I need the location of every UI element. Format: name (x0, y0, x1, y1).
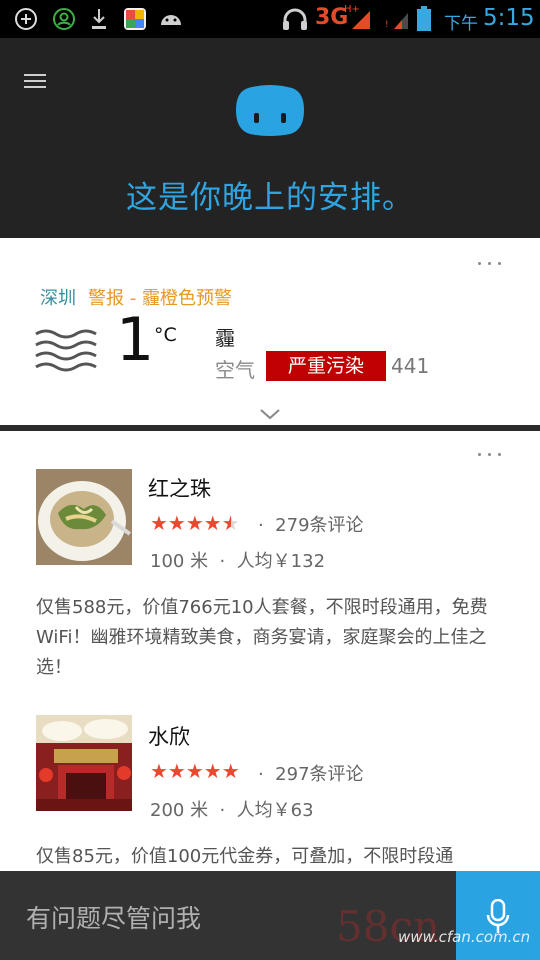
star-half: ★ (221, 511, 240, 535)
greeting-title: 这是你晚上的安排。 (126, 180, 414, 216)
battery-icon (417, 6, 431, 31)
air-quality-label: 空气 (215, 358, 255, 382)
deal-description: 仅售85元，价值100元代金券，可叠加，不限时段通 (36, 846, 454, 867)
deal-description: 仅售588元，价值766元10人套餐，不限时段通用，免费WiFi！幽雅环境精致美… (36, 597, 488, 678)
haze-icon (35, 329, 97, 372)
restaurant-photo (36, 469, 132, 565)
ask-prompt[interactable]: 有问题尽管问我 (26, 899, 201, 935)
download-icon (92, 9, 106, 29)
app-store-icon (124, 8, 146, 30)
review-count-text: 297条评论 (275, 764, 364, 785)
status-bar: 3G H+ ! 下午 5:15 (0, 0, 540, 38)
review-count: · 279条评论 (258, 515, 364, 536)
voice-input-button[interactable] (456, 871, 540, 960)
menu-icon[interactable] (24, 74, 48, 90)
watermark-site: www.cfan.com.cn (398, 928, 531, 946)
distance: 200 米 (150, 800, 209, 821)
clock: 5:15 (483, 5, 535, 31)
svg-text:!: ! (385, 20, 389, 30)
stars-filled: ★★★★ (150, 511, 222, 535)
temperature-value: 1 (116, 305, 155, 375)
restaurant-meta: 200 米 · 人均￥63 (150, 800, 314, 821)
distance: 100 米 (150, 551, 209, 572)
restaurant-name[interactable]: 红之珠 (148, 473, 211, 503)
weather-card[interactable]: 深圳 警报 - 霾橙色预警 1 °C 霾 空气 严重污染 441 (0, 238, 540, 426)
restaurant-meta: 100 米 · 人均￥132 (150, 551, 326, 572)
weather-condition: 霾 (215, 326, 235, 350)
chevron-down-icon[interactable] (259, 408, 281, 420)
more-options-icon[interactable] (478, 260, 504, 266)
more-options-icon[interactable] (478, 451, 504, 457)
air-quality-value: 441 (391, 354, 430, 378)
rating-stars: ★★★★★ (150, 511, 240, 535)
review-count: · 297条评论 (258, 764, 364, 785)
header: 这是你晚上的安排。 (0, 38, 540, 238)
signal-icon-1 (352, 11, 370, 29)
review-count-text: 279条评论 (275, 515, 364, 536)
avg-price: 人均￥63 (236, 800, 314, 821)
restaurant-name[interactable]: 水欣 (148, 721, 190, 751)
headphones-icon (283, 8, 307, 30)
temperature-unit: °C (154, 324, 177, 346)
ampm-label: 下午 (444, 14, 478, 34)
weather-city: 深圳 (40, 288, 76, 309)
contact-icon (53, 8, 75, 30)
assistant-mascot-icon (236, 85, 304, 136)
add-circle-icon (15, 8, 37, 30)
android-icon (161, 15, 181, 25)
avg-price: 人均￥132 (236, 551, 326, 572)
air-quality-badge: 严重污染 (266, 351, 386, 381)
restaurants-card: 红之珠 ★★★★★ · 279条评论 100 米 · 人均￥132 仅售588元… (0, 431, 540, 871)
rating-stars: ★★★★★ (150, 759, 240, 783)
restaurant-photo (36, 715, 132, 811)
signal-icon-2: ! (385, 13, 408, 30)
weather-alert: 警报 - 霾橙色预警 (88, 288, 232, 309)
